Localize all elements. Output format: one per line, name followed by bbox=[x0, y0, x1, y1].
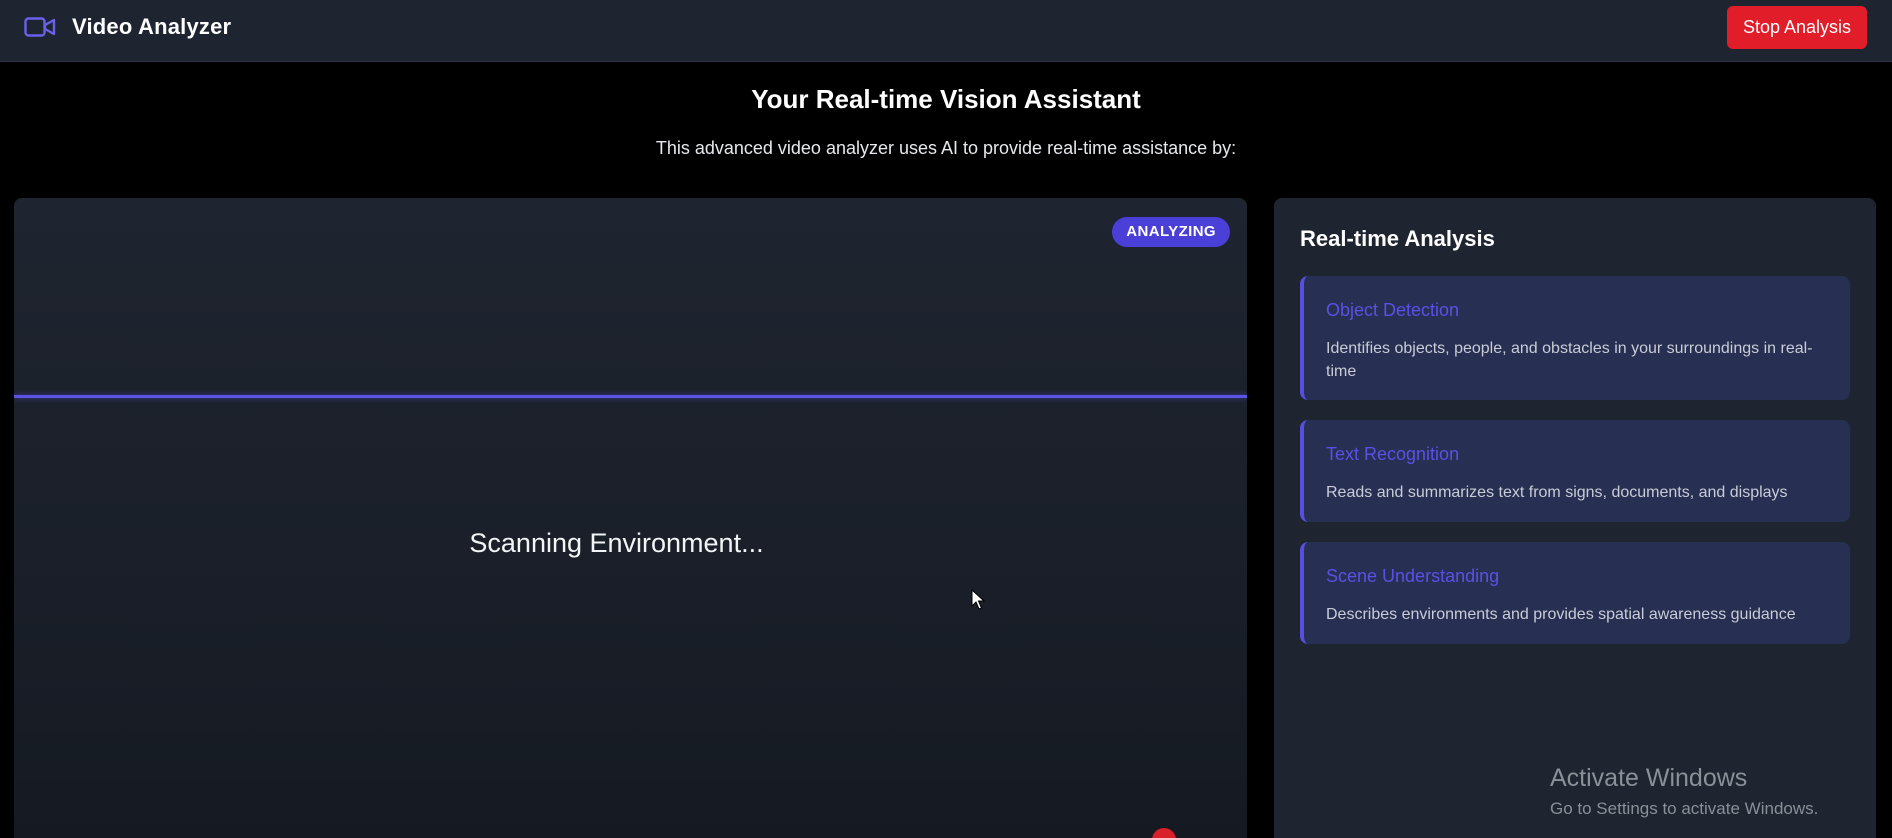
watermark-title: Activate Windows bbox=[1550, 764, 1748, 792]
feature-name: Object Detection bbox=[1326, 300, 1460, 320]
stop-analysis-button[interactable]: Stop Analysis bbox=[1727, 6, 1867, 49]
app-title: Video Analyzer bbox=[72, 14, 232, 39]
scan-line bbox=[14, 395, 1247, 398]
analysis-title: Real-time Analysis bbox=[1300, 226, 1495, 251]
watermark-subtitle: Go to Settings to activate Windows. bbox=[1550, 799, 1819, 818]
feature-card-scene-understanding: Scene Understanding Describes environmen… bbox=[1300, 542, 1850, 644]
mouse-cursor-icon bbox=[971, 589, 985, 610]
status-badge: ANALYZING bbox=[1112, 217, 1230, 247]
feature-description: Reads and summarizes text from signs, do… bbox=[1326, 484, 1788, 501]
top-bar: Video Analyzer Stop Analysis bbox=[0, 0, 1892, 62]
feature-name: Text Recognition bbox=[1326, 444, 1460, 464]
activate-windows-watermark: Activate Windows Go to Settings to activ… bbox=[1550, 764, 1818, 819]
feature-card-text-recognition: Text Recognition Reads and summarizes te… bbox=[1300, 420, 1850, 522]
video-camera-icon bbox=[24, 17, 56, 37]
feature-description: Identifies objects, people, and obstacle… bbox=[1326, 340, 1813, 380]
brand: Video Analyzer bbox=[24, 10, 231, 44]
page-title: Your Real-time Vision Assistant bbox=[751, 84, 1141, 114]
record-indicator[interactable] bbox=[1152, 828, 1176, 838]
video-feed-panel[interactable]: ANALYZING Scanning Environment... bbox=[14, 198, 1247, 838]
feature-description: Describes environments and provides spat… bbox=[1326, 606, 1796, 623]
feature-card-object-detection: Object Detection Identifies objects, peo… bbox=[1300, 276, 1850, 400]
page-subtitle: This advanced video analyzer uses AI to … bbox=[655, 138, 1237, 158]
scanning-status-text: Scanning Environment... bbox=[469, 528, 764, 558]
analysis-panel: Real-time Analysis Object Detection Iden… bbox=[1274, 198, 1876, 838]
feature-name: Scene Understanding bbox=[1326, 566, 1500, 586]
